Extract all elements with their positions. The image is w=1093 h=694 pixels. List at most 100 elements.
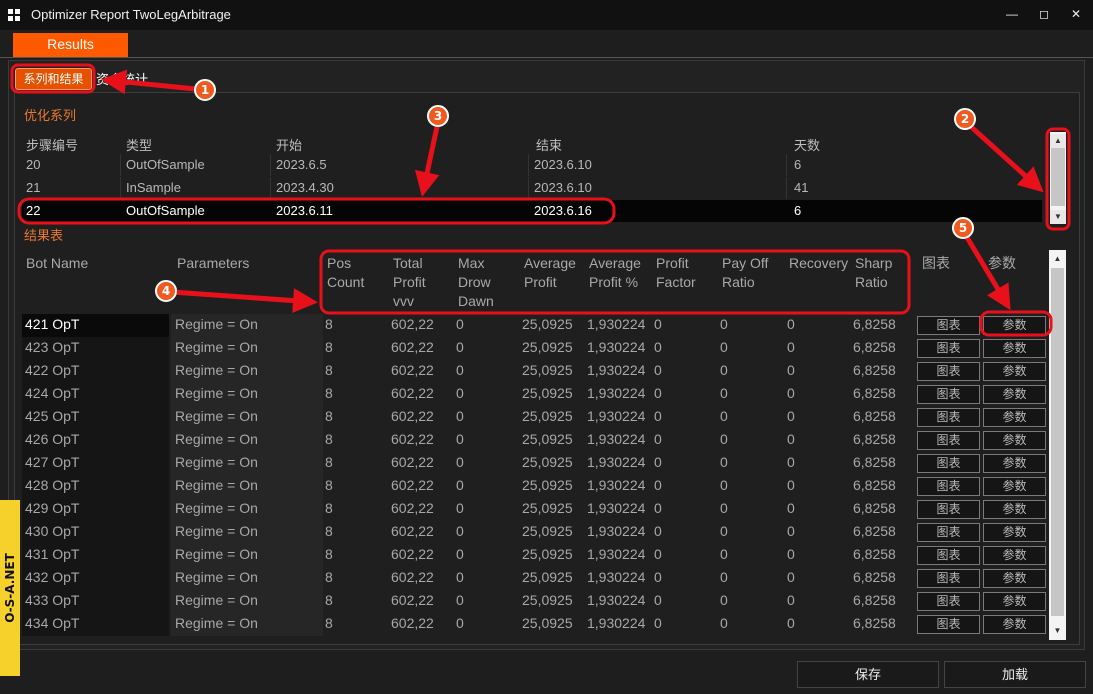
chart-button[interactable]: 图表 <box>917 339 980 358</box>
params-button[interactable]: 参数 <box>983 362 1046 381</box>
results-row[interactable]: 431 OpT Regime = On 8 602,22 0 25,0925 1,93022… <box>22 544 1049 567</box>
scroll-thumb[interactable] <box>1051 148 1065 206</box>
params-button[interactable]: 参数 <box>983 408 1046 427</box>
scroll-down-icon[interactable]: ▼ <box>1050 624 1065 638</box>
close-icon[interactable]: ✕ <box>1066 4 1086 24</box>
max-drawdown: 0 <box>456 339 464 355</box>
parameters: Regime = On <box>175 500 258 516</box>
params-button[interactable]: 参数 <box>983 592 1046 611</box>
sharpe-ratio: 6,8258 <box>853 362 896 378</box>
chart-button[interactable]: 图表 <box>917 546 980 565</box>
bot-name: 425 OpT <box>25 408 80 424</box>
sharpe-ratio: 6,8258 <box>853 592 896 608</box>
parameters: Regime = On <box>175 454 258 470</box>
chart-button[interactable]: 图表 <box>917 362 980 381</box>
chart-button[interactable]: 图表 <box>917 592 980 611</box>
params-button[interactable]: 参数 <box>983 500 1046 519</box>
results-row[interactable]: 421 OpT Regime = On 8 602,22 0 25,0925 1,93022… <box>22 314 1049 337</box>
profit-factor: 0 <box>654 408 662 424</box>
parameters: Regime = On <box>175 546 258 562</box>
minimize-icon[interactable]: — <box>1002 4 1022 24</box>
results-row[interactable]: 423 OpT Regime = On 8 602,22 0 25,0925 1,93022… <box>22 337 1049 360</box>
results-row[interactable]: 427 OpT Regime = On 8 602,22 0 25,0925 1,93022… <box>22 452 1049 475</box>
scroll-down-icon[interactable]: ▼ <box>1050 210 1066 224</box>
pos-count: 8 <box>325 569 333 585</box>
recovery: 0 <box>787 362 795 378</box>
params-button[interactable]: 参数 <box>983 477 1046 496</box>
chart-button[interactable]: 图表 <box>917 615 980 634</box>
results-row[interactable]: 424 OpT Regime = On 8 602,22 0 25,0925 1,93022… <box>22 383 1049 406</box>
params-button[interactable]: 参数 <box>983 431 1046 450</box>
params-button[interactable]: 参数 <box>983 523 1046 542</box>
params-button[interactable]: 参数 <box>983 546 1046 565</box>
results-row[interactable]: 434 OpT Regime = On 8 602,22 0 25,0925 1,93022… <box>22 613 1049 636</box>
results-row[interactable]: 432 OpT Regime = On 8 602,22 0 25,0925 1,93022… <box>22 567 1049 590</box>
params-button[interactable]: 参数 <box>983 385 1046 404</box>
bot-name: 428 OpT <box>25 477 80 493</box>
average-profit-pct: 1,930224 <box>587 546 646 562</box>
average-profit-pct: 1,930224 <box>587 385 646 401</box>
series-row[interactable]: 21 InSample 2023.4.30 2023.6.10 41 <box>22 177 1042 199</box>
col-sharpe-ratio: Sharp Ratio <box>855 255 893 290</box>
chart-button[interactable]: 图表 <box>917 431 980 450</box>
tab-series-and-results[interactable]: 系列和结果 <box>15 68 92 90</box>
bot-name: 424 OpT <box>25 385 80 401</box>
chart-button[interactable]: 图表 <box>917 500 980 519</box>
payoff-ratio: 0 <box>720 316 728 332</box>
series-scrollbar[interactable]: ▲ ▼ <box>1047 130 1069 228</box>
results-row[interactable]: 430 OpT Regime = On 8 602,22 0 25,0925 1,93022… <box>22 521 1049 544</box>
bot-name: 423 OpT <box>25 339 80 355</box>
chart-button[interactable]: 图表 <box>917 385 980 404</box>
results-row[interactable]: 428 OpT Regime = On 8 602,22 0 25,0925 1,93022… <box>22 475 1049 498</box>
payoff-ratio: 0 <box>720 477 728 493</box>
recovery: 0 <box>787 592 795 608</box>
results-row[interactable]: 425 OpT Regime = On 8 602,22 0 25,0925 1,93022… <box>22 406 1049 429</box>
results-row[interactable]: 426 OpT Regime = On 8 602,22 0 25,0925 1,93022… <box>22 429 1049 452</box>
parameters: Regime = On <box>175 431 258 447</box>
save-button[interactable]: 保存 <box>797 661 939 688</box>
pos-count: 8 <box>325 316 333 332</box>
results-scrollbar[interactable]: ▲ ▼ <box>1049 250 1066 640</box>
load-button[interactable]: 加载 <box>944 661 1086 688</box>
scroll-thumb[interactable] <box>1051 268 1064 616</box>
chart-button[interactable]: 图表 <box>917 569 980 588</box>
pos-count: 8 <box>325 592 333 608</box>
parameters: Regime = On <box>175 523 258 539</box>
results-row[interactable]: 429 OpT Regime = On 8 602,22 0 25,0925 1,93022… <box>22 498 1049 521</box>
params-button[interactable]: 参数 <box>983 615 1046 634</box>
max-drawdown: 0 <box>456 362 464 378</box>
average-profit-pct: 1,930224 <box>587 615 646 631</box>
average-profit-pct: 1,930224 <box>587 339 646 355</box>
recovery: 0 <box>787 339 795 355</box>
bot-name: 421 OpT <box>25 316 80 332</box>
max-drawdown: 0 <box>456 431 464 447</box>
scroll-up-icon[interactable]: ▲ <box>1050 252 1065 266</box>
tab-results[interactable]: Results <box>13 33 128 57</box>
average-profit: 25,0925 <box>522 523 573 539</box>
col-pos-count: Pos Count <box>327 255 365 290</box>
sharpe-ratio: 6,8258 <box>853 569 896 585</box>
chart-button[interactable]: 图表 <box>917 454 980 473</box>
chart-button[interactable]: 图表 <box>917 408 980 427</box>
recovery: 0 <box>787 569 795 585</box>
chart-button[interactable]: 图表 <box>917 316 980 335</box>
payoff-ratio: 0 <box>720 546 728 562</box>
maximize-icon[interactable]: ◻ <box>1034 4 1054 24</box>
params-button[interactable]: 参数 <box>983 339 1046 358</box>
chart-button[interactable]: 图表 <box>917 477 980 496</box>
average-profit: 25,0925 <box>522 431 573 447</box>
series-row-selected[interactable]: 22 OutOfSample 2023.6.11 2023.6.16 6 <box>22 200 1042 222</box>
results-row[interactable]: 433 OpT Regime = On 8 602,22 0 25,0925 1,93022… <box>22 590 1049 613</box>
params-button[interactable]: 参数 <box>983 316 1046 335</box>
params-button[interactable]: 参数 <box>983 569 1046 588</box>
params-button[interactable]: 参数 <box>983 454 1046 473</box>
chart-button[interactable]: 图表 <box>917 523 980 542</box>
tab-fund-statistics[interactable]: 资金统计 <box>96 69 148 88</box>
parameters: Regime = On <box>175 362 258 378</box>
profit-factor: 0 <box>654 546 662 562</box>
average-profit: 25,0925 <box>522 408 573 424</box>
series-row[interactable]: 20 OutOfSample 2023.6.5 2023.6.10 6 <box>22 154 1042 176</box>
results-row[interactable]: 422 OpT Regime = On 8 602,22 0 25,0925 1,93022… <box>22 360 1049 383</box>
parameters: Regime = On <box>175 615 258 631</box>
scroll-up-icon[interactable]: ▲ <box>1050 134 1066 148</box>
